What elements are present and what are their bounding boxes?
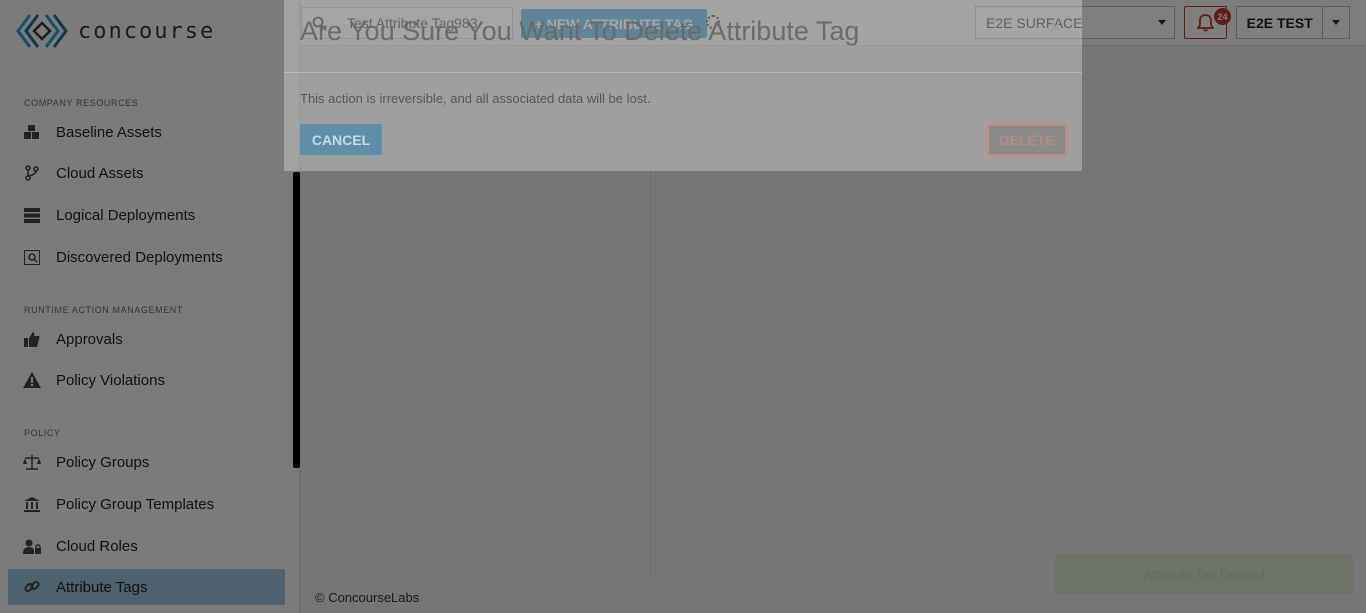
delete-confirmation-dialog: Are You Sure You Want To Delete Attribut… [284, 0, 1082, 171]
close-icon[interactable]: × [1049, 14, 1062, 40]
dialog-message: This action is irreversible, and all ass… [300, 91, 651, 106]
dialog-divider [284, 72, 1082, 73]
delete-button[interactable]: DELETE [986, 123, 1068, 157]
cancel-button[interactable]: CANCEL [300, 124, 382, 155]
dialog-title: Are You Sure You Want To Delete Attribut… [300, 16, 860, 46]
